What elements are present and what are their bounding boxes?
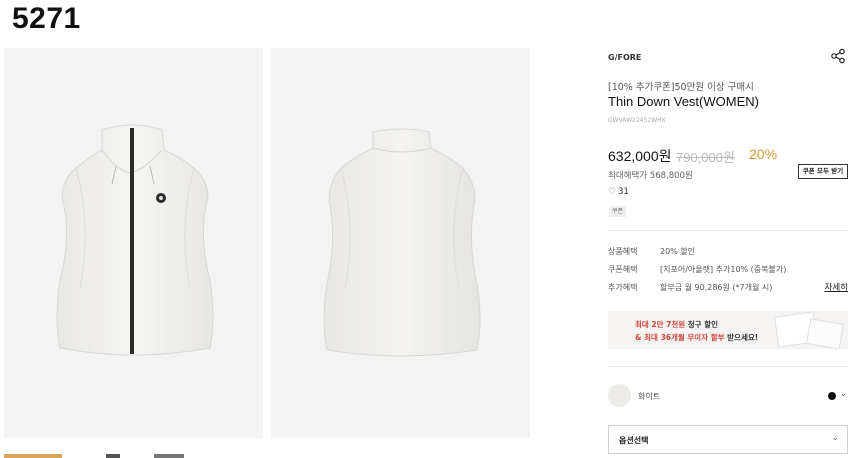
- color-option-label: 화이트: [638, 392, 661, 401]
- divider: [608, 230, 848, 231]
- thumbnail[interactable]: [154, 454, 184, 458]
- card-discount-banner[interactable]: 최대 2만 7천원 청구 할인 & 최대 36개월 무이자 할부 받으세요!: [608, 311, 848, 349]
- image-thumbnail-strip: [4, 454, 264, 458]
- download-all-coupons-button[interactable]: 쿠폰 모두 받기: [798, 164, 848, 179]
- vest-back-illustration: [323, 128, 481, 357]
- option-select-label: 옵션선택: [619, 436, 649, 445]
- sale-price: 632,000원: [608, 148, 672, 164]
- color-swatch[interactable]: [608, 384, 631, 407]
- promo-line: [10% 추가쿠폰]50만원 이상 구매시: [608, 82, 754, 93]
- page-number: 5271: [12, 2, 81, 35]
- thumbnail[interactable]: [106, 454, 120, 458]
- coupon-tag: 쿠폰: [609, 206, 627, 217]
- original-price: 790,000원: [676, 150, 735, 165]
- color-dot: [828, 392, 836, 400]
- like-count-value: 31: [618, 187, 629, 197]
- product-code: GWVAW22452WHX: [608, 117, 666, 124]
- product-image-front[interactable]: [4, 48, 263, 438]
- brand-name[interactable]: G/FORE: [608, 53, 641, 62]
- like-count[interactable]: ♡ 31: [608, 187, 629, 197]
- benefit-value: [지포어/아울렛] 추가10% (중복불가): [660, 265, 787, 274]
- thumbnail-active[interactable]: [4, 454, 62, 458]
- benefit-detail-link[interactable]: 자세히: [825, 281, 848, 293]
- heart-icon[interactable]: ♡: [608, 187, 616, 197]
- banner-line-2: & 최대 36개월 무이자 할부 받으세요!: [635, 333, 759, 342]
- benefit-label: 상품혜택: [608, 247, 638, 256]
- benefit-label: 추가혜택: [608, 283, 638, 292]
- product-name: Thin Down Vest(WOMEN): [608, 94, 759, 109]
- chevron-down-icon: ⌄: [831, 433, 839, 443]
- card-illustration: [806, 318, 844, 349]
- max-benefit-price: 최대혜택가 568,800원: [608, 171, 693, 181]
- banner-line-1: 최대 2만 7천원 청구 할인: [635, 320, 718, 329]
- divider: [608, 366, 848, 367]
- share-icon[interactable]: [830, 48, 848, 66]
- chevron-down-icon[interactable]: ⌄: [840, 389, 847, 398]
- benefit-value: 할부금 월 90,286원 (*7개월 시): [660, 283, 773, 292]
- option-select[interactable]: 옵션선택 ⌄: [608, 425, 848, 454]
- discount-rate: 20%: [749, 146, 778, 162]
- benefit-label: 쿠폰혜택: [608, 265, 638, 274]
- product-image-back[interactable]: [271, 48, 530, 438]
- benefit-value: 20% 할인: [660, 247, 696, 256]
- vest-front-illustration: [56, 124, 214, 356]
- color-option-white[interactable]: 화이트 ⌄: [608, 384, 848, 408]
